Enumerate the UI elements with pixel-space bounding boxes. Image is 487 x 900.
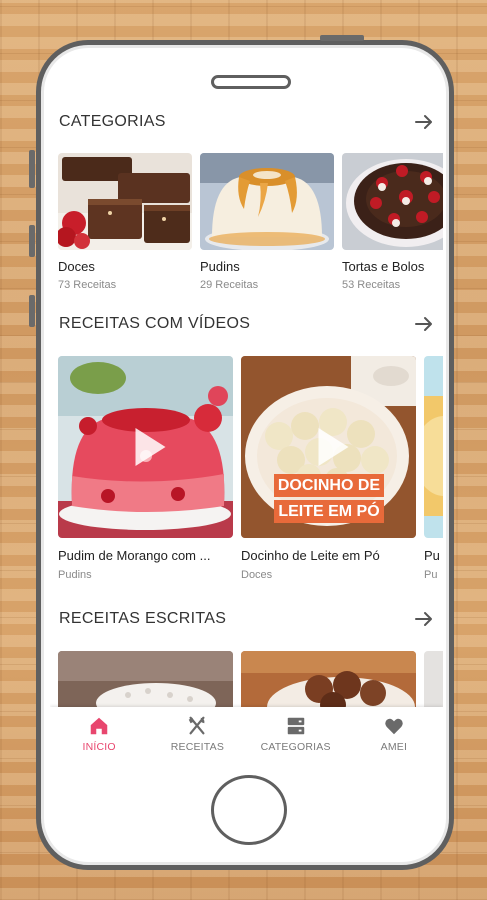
strawberry-pudding-image [58, 356, 233, 538]
videos-row: Pudim de Morango com ... Pudins DOCINHO … [58, 356, 443, 581]
section-title: RECEITAS ESCRITAS [59, 610, 227, 627]
section-title: CATEGORIAS [59, 113, 166, 130]
home-icon [90, 717, 108, 735]
video-recipe-category: Doces [241, 569, 273, 581]
tab-label: CATEGORIAS [260, 741, 331, 753]
phone-home-button[interactable] [211, 775, 287, 845]
written-recipes-row [58, 651, 443, 711]
play-icon [318, 428, 348, 466]
categories-row: Doces 73 Receitas Pudins 29 Receitas Tor… [58, 153, 443, 291]
tab-label: INÍCIO [82, 741, 116, 753]
tab-label: AMEI [380, 741, 408, 753]
category-count: 29 Receitas [200, 279, 259, 291]
written-recipe-card[interactable] [424, 651, 443, 711]
video-recipe-title: Pudim de Morango com ... [58, 548, 211, 563]
tab-categorias[interactable]: CATEGORIAS [247, 707, 345, 765]
chocolate-cake-image [342, 153, 443, 250]
arrow-right-icon[interactable] [414, 112, 434, 132]
play-icon [135, 428, 165, 466]
recipe-image [58, 651, 233, 711]
categories-icon [287, 717, 304, 735]
caption-line: LEITE EM PÓ [274, 500, 384, 523]
videos-section-header: RECEITAS COM VÍDEOS [59, 312, 434, 336]
written-recipe-card[interactable] [58, 651, 233, 711]
arrow-right-icon[interactable] [414, 314, 434, 334]
tab-amei[interactable]: AMEI [345, 707, 443, 765]
category-name: Tortas e Bolos [342, 259, 425, 274]
tab-receitas[interactable]: RECEITAS [148, 707, 246, 765]
phone-top-button [320, 35, 364, 41]
fork-knife-icon [189, 716, 205, 735]
brownie-image [58, 153, 192, 250]
phone-side-button [29, 150, 35, 188]
phone-side-button [29, 225, 35, 257]
pudding-image [200, 153, 334, 250]
video-recipe-title: Docinho de Leite em Pó [241, 548, 380, 563]
phone-speaker [211, 75, 291, 89]
category-card[interactable]: Pudins 29 Receitas [200, 153, 334, 291]
category-card[interactable]: Doces 73 Receitas [58, 153, 192, 291]
category-card[interactable]: Tortas e Bolos 53 Receitas [342, 153, 443, 291]
category-name: Doces [58, 259, 95, 274]
video-recipe-title: Pu [424, 548, 440, 563]
recipe-image [424, 651, 443, 711]
bottom-tab-bar: INÍCIO RECEITAS CATEGORIAS AMEI [50, 707, 443, 765]
categories-section-header: CATEGORIAS [59, 110, 434, 134]
section-title: RECEITAS COM VÍDEOS [59, 315, 251, 332]
video-recipe-card[interactable]: Pudim de Morango com ... Pudins [58, 356, 233, 581]
written-section-header: RECEITAS ESCRITAS [59, 607, 434, 631]
category-name: Pudins [200, 259, 240, 274]
video-recipe-category: Pu [424, 569, 438, 581]
arrow-right-icon[interactable] [414, 609, 434, 629]
heart-icon [385, 718, 403, 735]
video-recipe-card[interactable]: DOCINHO DE LEITE EM PÓ Docinho de Leite … [241, 356, 416, 581]
written-recipe-card[interactable] [241, 651, 416, 711]
video-recipe-card[interactable]: Pu Pu [424, 356, 443, 581]
phone-side-button [29, 295, 35, 327]
tab-label: RECEITAS [170, 741, 225, 753]
category-count: 53 Receitas [342, 279, 401, 291]
caption-line: DOCINHO DE [273, 474, 385, 497]
tab-inicio[interactable]: INÍCIO [50, 707, 148, 765]
video-thumbnail-image [424, 356, 443, 538]
category-count: 73 Receitas [58, 279, 117, 291]
video-overlay-caption: DOCINHO DE LEITE EM PÓ [265, 474, 393, 526]
milk-candy-image: DOCINHO DE LEITE EM PÓ [241, 356, 416, 538]
video-recipe-category: Pudins [58, 569, 92, 581]
recipe-image [241, 651, 416, 711]
app-screen: CATEGORIAS Doces 73 Receitas Pudins 29 R… [50, 100, 443, 765]
